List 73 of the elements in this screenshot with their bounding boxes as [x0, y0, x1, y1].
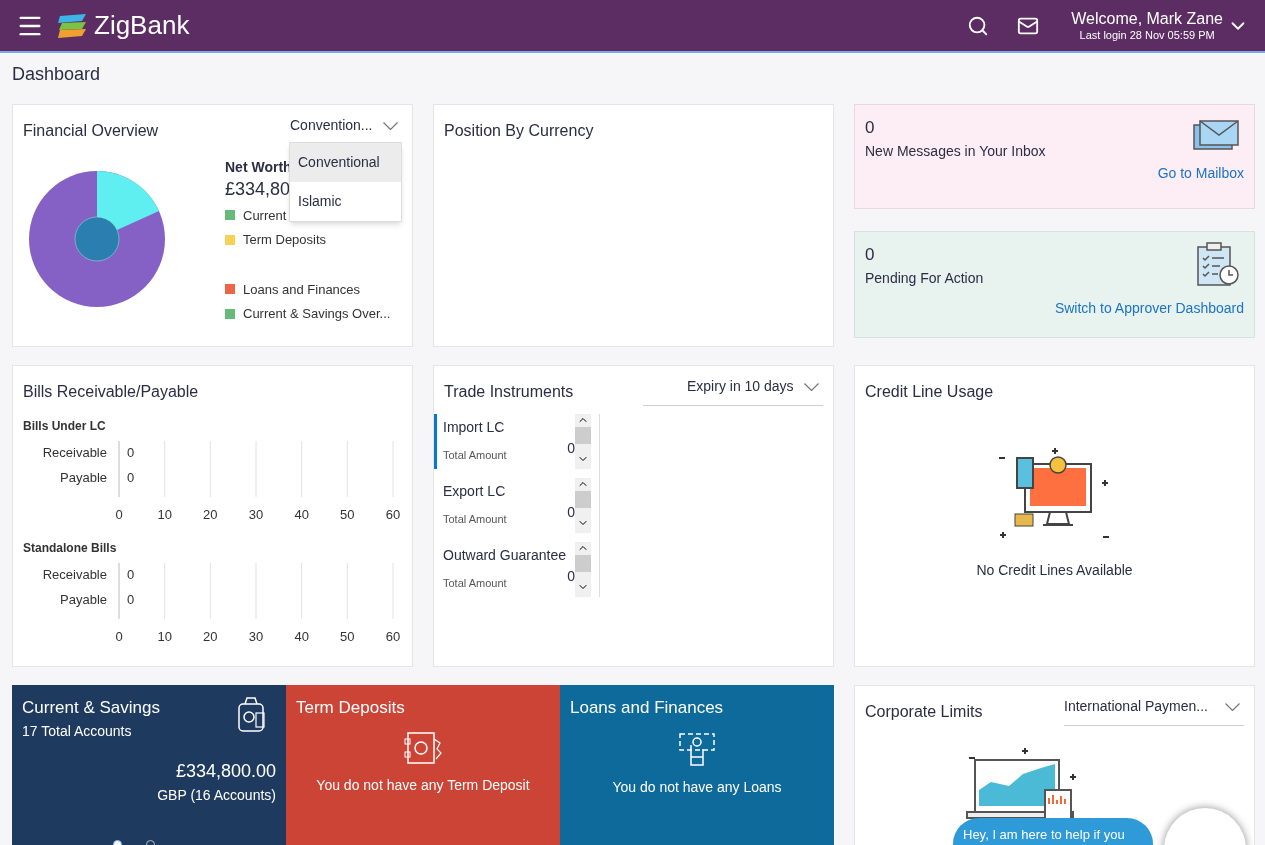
- card-title: Trade Instruments: [444, 382, 574, 402]
- last-login-text: Last login 28 Nov 05:59 PM: [1079, 28, 1215, 43]
- data-label: 0: [127, 592, 135, 607]
- axis-tick-label: 40: [294, 629, 309, 644]
- axis-tick-label: 40: [294, 507, 309, 522]
- legend-label: Current & Savings Over...: [243, 305, 391, 323]
- tile-amount: £334,800.00: [175, 759, 276, 783]
- tile-message: You do not have any Term Deposit: [316, 775, 530, 795]
- card-title: Financial Overview: [23, 121, 159, 141]
- instrument-sub-label: Total Amount: [443, 575, 507, 591]
- category-label: Receivable: [42, 445, 107, 460]
- pending-label: Pending For Action: [865, 268, 984, 288]
- axis-tick-label: 30: [248, 507, 264, 522]
- axis-tick-label: 0: [115, 629, 123, 644]
- section-heading: Bills Under LC: [23, 418, 107, 435]
- net-worth-value: £334,80: [225, 178, 291, 201]
- instrument-item[interactable]: Export LC Total Amount 0: [434, 478, 591, 533]
- axis-tick-label: 20: [203, 507, 218, 522]
- dropdown[interactable]: International Paymen...: [1064, 696, 1244, 726]
- approver-dashboard-link[interactable]: Switch to Approver Dashboard: [1054, 298, 1244, 319]
- brand-name: ZigBank: [94, 9, 190, 42]
- dropdown[interactable]: Expiry in 10 days: [643, 376, 823, 406]
- pending-count: 0: [865, 244, 876, 266]
- data-label: 0: [127, 470, 135, 485]
- instrument-name: Outward Guarantee: [443, 546, 567, 565]
- card-title: Credit Line Usage: [865, 382, 995, 402]
- category-label: Payable: [60, 592, 107, 607]
- mailbox-link[interactable]: Go to Mailbox: [1157, 163, 1244, 184]
- tile-message: You do not have any Loans: [612, 777, 782, 797]
- tile-title: Loans and Finances: [570, 697, 725, 719]
- message-count: 0: [865, 117, 876, 139]
- message-label: New Messages in Your Inbox: [865, 141, 1046, 161]
- dropdown-option[interactable]: Islamic: [290, 182, 401, 221]
- category-label: Payable: [60, 470, 107, 485]
- section-heading: Standalone Bills: [23, 540, 118, 557]
- instrument-amount: 0: [567, 503, 575, 522]
- summary-tile[interactable]: Term Deposits You do not have any Term Deposit: [286, 685, 560, 845]
- axis-tick-label: 50: [340, 629, 355, 644]
- card-title: Corporate Limits: [865, 702, 983, 722]
- axis-tick-label: 20: [203, 629, 218, 644]
- data-label: 0: [127, 445, 135, 460]
- axis-tick-label: 0: [115, 507, 123, 522]
- tile-subtitle: 17 Total Accounts: [22, 721, 133, 741]
- legend-label: Loans and Finances: [243, 280, 361, 299]
- welcome-text[interactable]: Welcome, Mark Zane: [1071, 8, 1223, 29]
- axis-tick-label: 10: [157, 507, 172, 522]
- tile-title: Current & Savings: [22, 697, 160, 719]
- instrument-name: Export LC: [443, 482, 507, 501]
- instrument-amount: 0: [567, 439, 575, 458]
- instrument-item[interactable]: Import LC Total Amount 0: [434, 414, 591, 469]
- empty-state-text: No Credit Lines Available: [976, 561, 1133, 580]
- tile-title: Term Deposits: [296, 697, 406, 719]
- dropdown-option[interactable]: Conventional: [290, 143, 401, 182]
- axis-tick-label: 10: [157, 629, 172, 644]
- card-title: Bills Receivable/Payable: [23, 382, 200, 402]
- summary-tile[interactable]: Loans and Finances You do not have any Loans: [560, 685, 834, 845]
- instrument-name: Import LC: [443, 418, 506, 437]
- instrument-sub-label: Total Amount: [443, 447, 507, 463]
- axis-tick-label: 60: [385, 629, 401, 644]
- legend-label: Term Deposits: [243, 231, 327, 249]
- instrument-item[interactable]: Outward Guarantee Total Amount 0: [434, 542, 591, 597]
- category-label: Receivable: [42, 567, 107, 582]
- axis-tick-label: 30: [248, 629, 264, 644]
- tile-detail: GBP (16 Accounts): [157, 785, 276, 805]
- instrument-amount: 0: [567, 567, 575, 586]
- card-title: Position By Currency: [444, 121, 595, 141]
- data-label: 0: [127, 567, 135, 582]
- page-title: Dashboard: [12, 63, 102, 86]
- axis-tick-label: 60: [385, 507, 401, 522]
- axis-tick-label: 50: [340, 507, 355, 522]
- summary-tile[interactable]: Current & Savings 17 Total Accounts £334,800.00 GBP (16 Accounts): [12, 685, 286, 845]
- instrument-sub-label: Total Amount: [443, 511, 507, 527]
- legend-label: Current: [243, 206, 287, 225]
